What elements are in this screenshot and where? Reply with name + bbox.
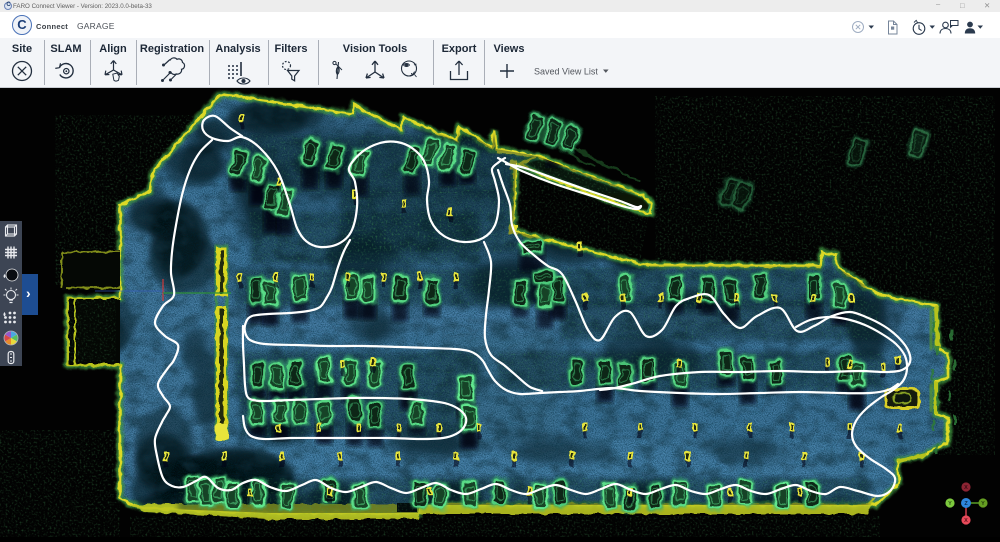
svg-text:Y: Y: [948, 501, 952, 507]
svg-text:Y: Y: [981, 501, 985, 507]
svg-text:X: X: [964, 518, 968, 524]
svg-text:Saved View List: Saved View List: [534, 67, 598, 77]
svg-text:X: X: [964, 485, 968, 491]
